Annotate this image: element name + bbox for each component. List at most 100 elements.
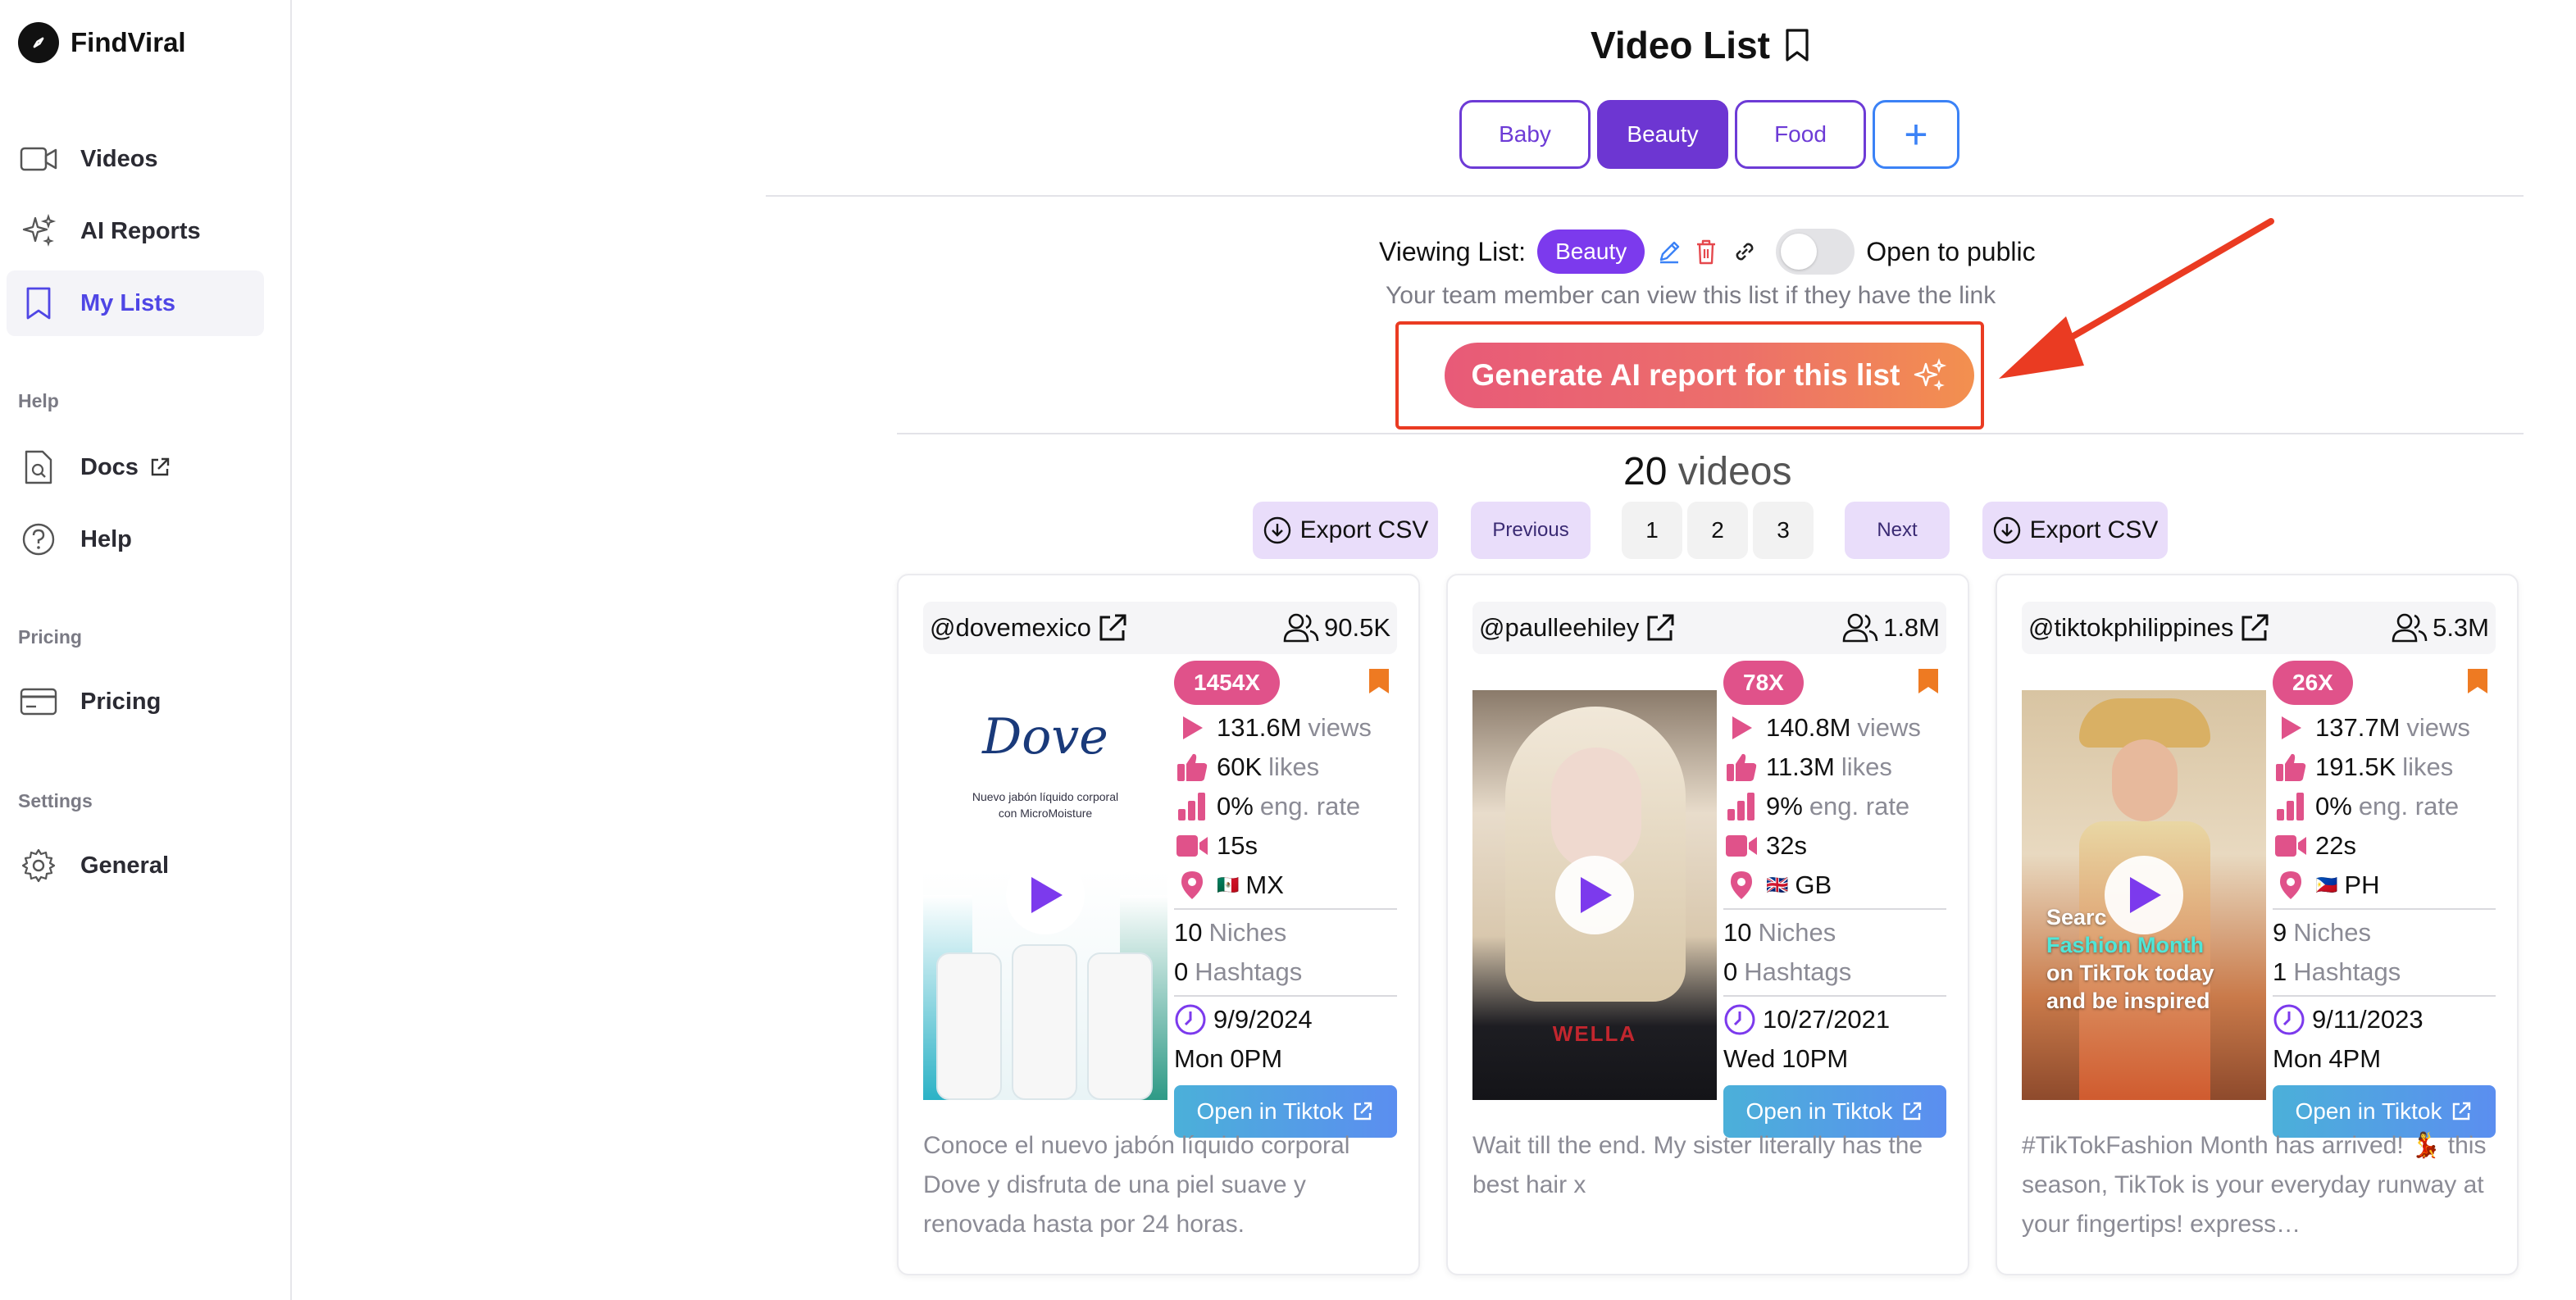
question-circle-icon: [18, 519, 59, 560]
play-button[interactable]: [1006, 856, 1085, 934]
play-icon: [1174, 715, 1210, 741]
sparkles-icon: [18, 211, 59, 252]
thumb-caption-line: Fashion Month: [2046, 933, 2204, 957]
sidebar-item-label: Docs: [80, 453, 139, 480]
video-thumbnail[interactable]: Dove Nuevo jabón líquido corporal con Micr…: [923, 690, 1167, 1100]
hashtags-value: 0: [1174, 957, 1189, 986]
sidebar-item-docs[interactable]: Docs: [7, 434, 264, 500]
bookmark-icon[interactable]: [1917, 667, 1940, 695]
divider: [1174, 908, 1397, 910]
play-button[interactable]: [1555, 856, 1634, 934]
video-count-word: videos: [1677, 450, 1792, 493]
bookmark-icon[interactable]: [1783, 28, 1811, 62]
country-stat: 🇵🇭 PH: [2273, 866, 2496, 905]
divider: [766, 195, 2524, 197]
bookmark-icon[interactable]: [1368, 667, 1390, 695]
play-icon: [2130, 877, 2161, 913]
team-note: Your team member can view this list if t…: [1386, 282, 1996, 309]
views-unit: views: [2406, 713, 2470, 742]
country-code: MX: [1245, 870, 1284, 899]
page-2-button[interactable]: 2: [1687, 502, 1748, 559]
video-card: @dovemexico 90.5K Dove Nuevo jabón líquid…: [897, 574, 1420, 1275]
add-list-button[interactable]: +: [1873, 100, 1959, 169]
divider: [1174, 995, 1397, 997]
sidebar-item-pricing[interactable]: Pricing: [7, 669, 264, 734]
sidebar-item-ai-reports[interactable]: AI Reports: [7, 198, 264, 264]
link-icon[interactable]: [1730, 237, 1759, 266]
tab-beauty[interactable]: Beauty: [1597, 100, 1728, 169]
page-title-text: Video List: [1591, 24, 1770, 66]
tab-baby[interactable]: Baby: [1459, 100, 1591, 169]
page-1-button[interactable]: 1: [1622, 502, 1682, 559]
export-csv-button[interactable]: Export CSV: [1982, 502, 2168, 559]
engagement-stat: 9% eng. rate: [1723, 787, 1946, 826]
sidebar-item-label: General: [80, 852, 169, 879]
export-csv-button[interactable]: Export CSV: [1253, 502, 1438, 559]
public-toggle[interactable]: [1776, 229, 1855, 275]
duration-value: 15s: [1217, 831, 1258, 860]
play-icon: [1031, 877, 1063, 913]
video-description: Wait till the end. My sister literally h…: [1472, 1132, 1923, 1198]
next-page-button[interactable]: Next: [1845, 502, 1950, 559]
sidebar-item-help[interactable]: Help: [7, 507, 264, 572]
clock-icon: [1175, 1004, 1206, 1035]
posted-date: 10/27/2021: [1723, 1000, 1946, 1039]
page-3-button[interactable]: 3: [1753, 502, 1814, 559]
niches-stat: 10 Niches: [1723, 913, 1946, 952]
likes-unit: likes: [1841, 752, 1892, 781]
country-code: PH: [2344, 870, 2380, 899]
follower-count-text: 5.3M: [2433, 613, 2489, 642]
hashtags-stat: 1 Hashtags: [2273, 952, 2496, 992]
likes-value: 11.3M: [1766, 752, 1835, 781]
creator-handle[interactable]: @dovemexico: [930, 611, 1129, 644]
trash-icon[interactable]: [1694, 238, 1718, 266]
previous-page-button[interactable]: Previous: [1471, 502, 1591, 559]
niches-stat: 9 Niches: [2273, 913, 2496, 952]
niches-unit: Niches: [2293, 918, 2372, 947]
tab-food[interactable]: Food: [1735, 100, 1866, 169]
card-header: @dovemexico 90.5K: [923, 602, 1397, 654]
card-header: @paulleehiley 1.8M: [1472, 602, 1946, 654]
divider: [1723, 995, 1946, 997]
generate-ai-report-button[interactable]: Generate AI report for this list: [1445, 343, 1974, 408]
creator-handle[interactable]: @paulleehiley: [1479, 611, 1677, 644]
thumb-brand-text: Dove: [982, 708, 1108, 766]
document-search-icon: [18, 447, 59, 488]
card-header: @tiktokphilippines 5.3M: [2022, 602, 2496, 654]
brand[interactable]: FindViral: [18, 21, 186, 64]
bookmark-icon[interactable]: [2466, 667, 2489, 695]
divider: [2273, 908, 2496, 910]
play-button[interactable]: [2105, 856, 2183, 934]
sidebar-item-general[interactable]: General: [7, 833, 264, 898]
location-pin-icon: [1174, 870, 1210, 901]
thumbs-up-icon: [1174, 752, 1210, 783]
posted-time: Mon 0PM: [1174, 1039, 1397, 1079]
sidebar-item-videos[interactable]: Videos: [7, 126, 264, 192]
edit-pencil-icon[interactable]: [1656, 239, 1682, 265]
engagement-unit: eng. rate: [2358, 792, 2460, 820]
hashtags-value: 1: [2273, 957, 2287, 986]
gear-icon: [18, 845, 59, 886]
creator-handle[interactable]: @tiktokphilippines: [2028, 611, 2271, 644]
views-value: 140.8M: [1766, 713, 1851, 742]
hashtags-value: 0: [1723, 957, 1738, 986]
duration-stat: 22s: [2273, 826, 2496, 866]
likes-unit: likes: [2402, 752, 2454, 781]
sidebar-item-label: My Lists: [80, 289, 176, 316]
download-circle-icon: [1263, 516, 1290, 544]
play-icon: [1723, 715, 1759, 741]
likes-value: 60K: [1217, 752, 1263, 781]
video-thumbnail[interactable]: Searc Fashion Month on TikTok today and be …: [2022, 690, 2266, 1100]
hashtags-unit: Hashtags: [1195, 957, 1303, 986]
sparkles-icon: [1914, 357, 1947, 391]
sidebar-item-label: Help: [80, 525, 132, 552]
thumbs-up-icon: [1723, 752, 1759, 783]
video-camera-icon: [18, 139, 59, 180]
views-value: 131.6M: [1217, 713, 1302, 742]
sidebar-item-my-lists[interactable]: My Lists: [7, 270, 264, 336]
open-in-tiktok-label: Open in Tiktok: [1745, 1098, 1893, 1124]
hashtags-unit: Hashtags: [1744, 957, 1852, 986]
video-card: @paulleehiley 1.8M WELLA 78X 140.8M view…: [1446, 574, 1969, 1275]
bar-chart-icon: [1174, 791, 1210, 822]
video-thumbnail[interactable]: WELLA: [1472, 690, 1717, 1100]
